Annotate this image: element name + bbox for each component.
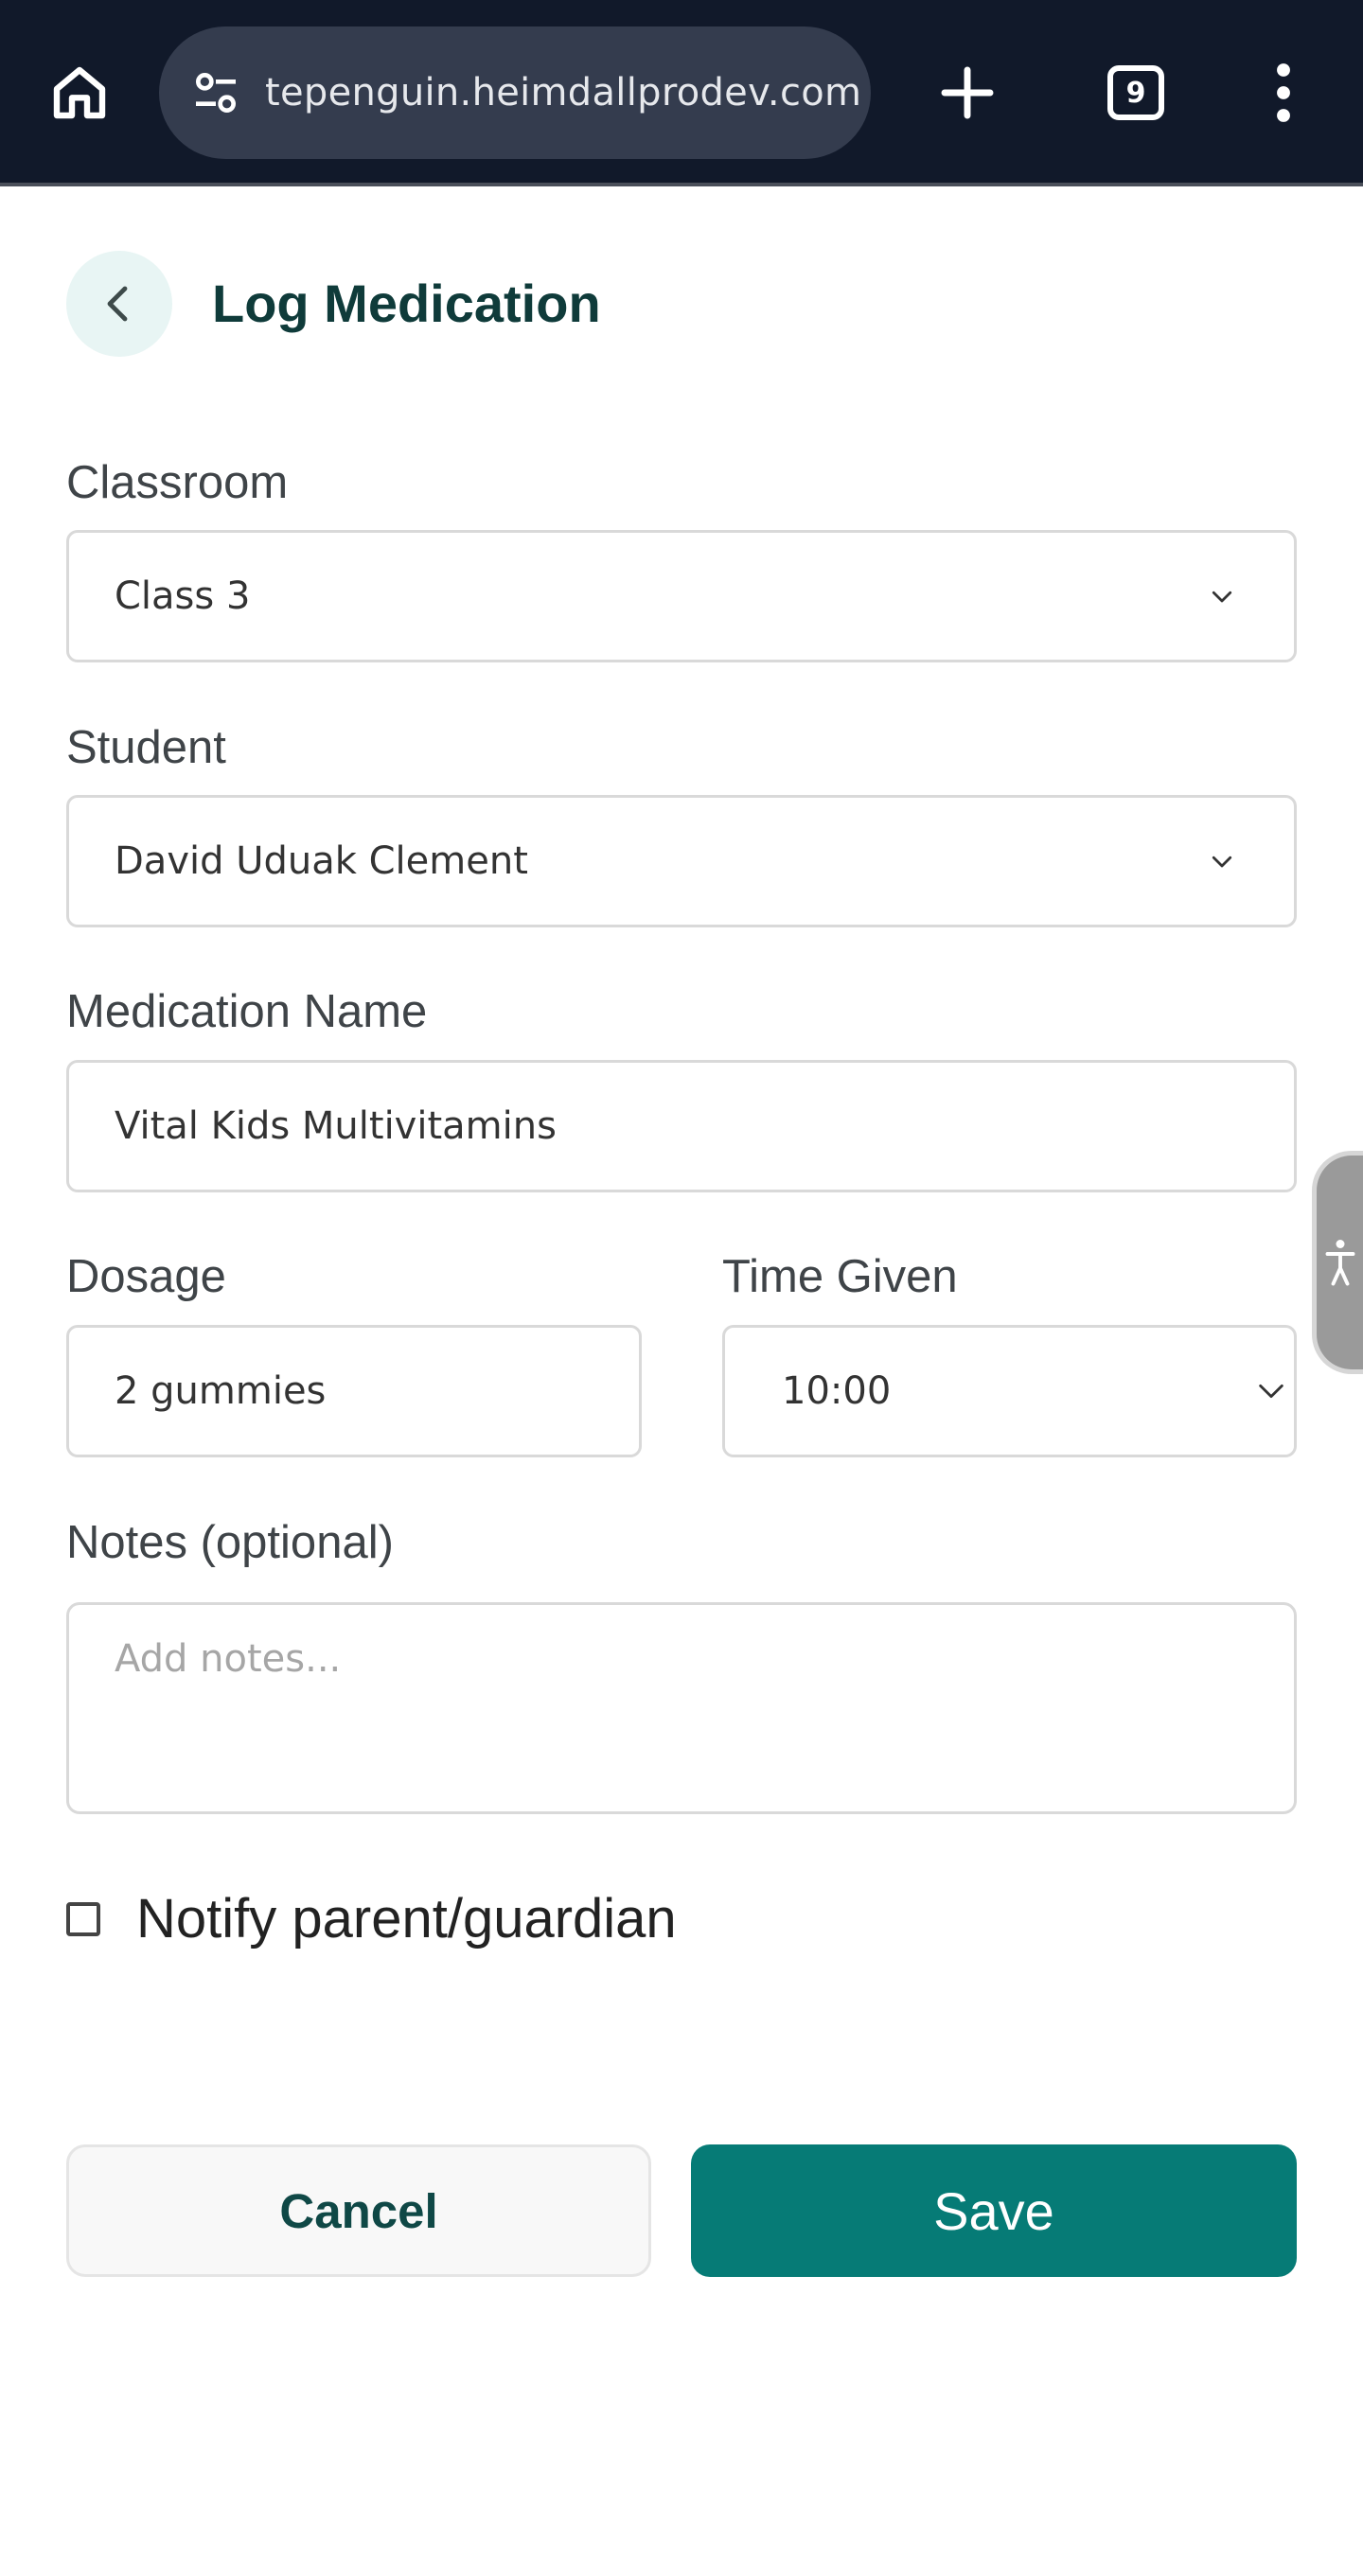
home-icon: [53, 66, 106, 119]
medication-name-label: Medication Name: [66, 986, 428, 1037]
tab-switcher-icon: 9: [1107, 65, 1164, 120]
chevron-down-icon: [1203, 842, 1241, 880]
accessibility-widget-button[interactable]: [1312, 1151, 1363, 1374]
dosage-input[interactable]: 2 gummies: [66, 1325, 642, 1457]
time-given-value: 10:00: [782, 1369, 892, 1413]
chevron-down-icon: [1203, 577, 1241, 615]
notify-checkbox[interactable]: [66, 1902, 100, 1936]
back-button[interactable]: [66, 251, 172, 357]
classroom-select[interactable]: Class 3: [66, 530, 1297, 662]
notes-placeholder: Add notes...: [115, 1637, 342, 1681]
notes-textarea[interactable]: Add notes...: [66, 1602, 1297, 1814]
cancel-button[interactable]: Cancel: [66, 2144, 651, 2277]
browser-menu-button[interactable]: [1246, 47, 1321, 138]
save-button[interactable]: Save: [691, 2144, 1297, 2277]
address-bar[interactable]: tepenguin.heimdallprodev.com: [159, 26, 871, 159]
page-title: Log Medication: [212, 273, 601, 333]
tab-switcher-button[interactable]: 9: [1089, 47, 1183, 138]
classroom-label: Classroom: [66, 457, 289, 508]
student-value: David Uduak Clement: [115, 839, 528, 883]
home-button[interactable]: [38, 47, 121, 138]
plus-icon: [941, 66, 994, 119]
url-text: tepenguin.heimdallprodev.com: [265, 71, 862, 115]
time-given-label: Time Given: [722, 1251, 958, 1302]
chevron-left-icon: [107, 286, 128, 322]
notify-label[interactable]: Notify parent/guardian: [136, 1888, 677, 1950]
dosage-value: 2 gummies: [115, 1369, 327, 1413]
more-vert-icon: [1277, 63, 1290, 122]
medication-name-input[interactable]: Vital Kids Multivitamins: [66, 1060, 1297, 1192]
accessibility-icon: [1325, 1240, 1354, 1286]
browser-toolbar: tepenguin.heimdallprodev.com 9: [0, 0, 1363, 186]
site-settings-icon[interactable]: [186, 62, 246, 123]
dosage-label: Dosage: [66, 1251, 226, 1302]
student-select[interactable]: David Uduak Clement: [66, 795, 1297, 927]
tab-count: 9: [1125, 76, 1146, 110]
medication-name-value: Vital Kids Multivitamins: [115, 1104, 557, 1148]
new-tab-button[interactable]: [920, 47, 1015, 138]
time-given-select[interactable]: 10:00: [722, 1325, 1297, 1457]
chevron-down-icon: [1252, 1372, 1290, 1410]
notes-label: Notes (optional): [66, 1517, 394, 1568]
classroom-value: Class 3: [115, 574, 251, 618]
student-label: Student: [66, 722, 226, 773]
